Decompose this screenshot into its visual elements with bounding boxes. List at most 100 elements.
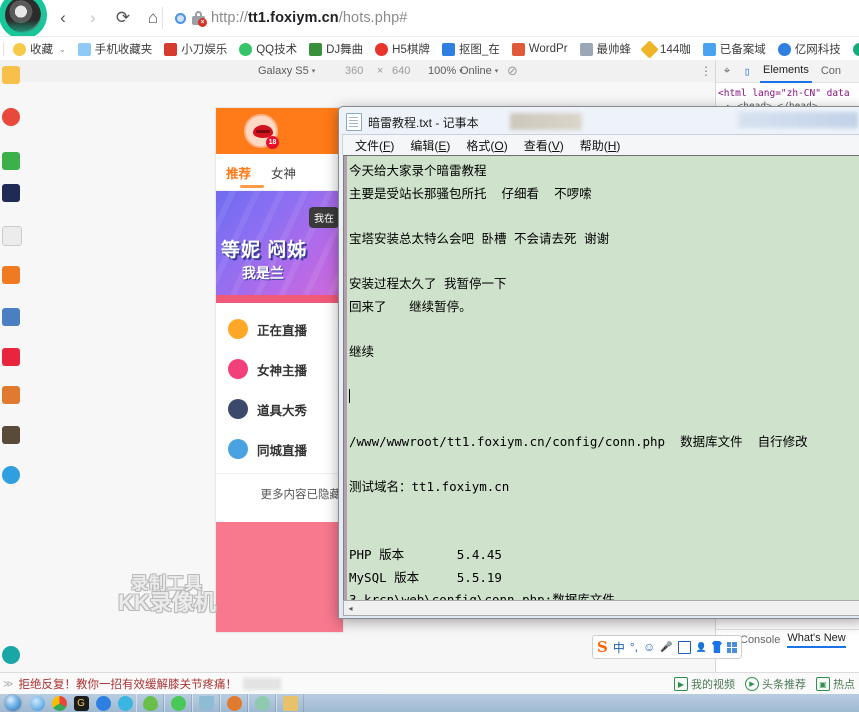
profile-avatar[interactable] xyxy=(2,0,44,36)
tab-elements[interactable]: Elements xyxy=(760,60,812,83)
soft-keyboard-icon[interactable] xyxy=(677,640,691,654)
chevron-down-icon[interactable]: ▾ xyxy=(312,67,316,75)
user-icon[interactable]: 👤 xyxy=(696,642,707,653)
desktop-icon[interactable] xyxy=(2,466,20,484)
devtools-tabbar[interactable]: ⌖ ▯ Elements Con xyxy=(716,60,859,83)
insecure-lock-icon[interactable]: × xyxy=(192,11,207,27)
bookmark-item[interactable]: SOMD5 xyxy=(847,37,859,61)
home-icon[interactable]: ⌂ xyxy=(138,3,168,33)
taskbar-icon-shield[interactable] xyxy=(195,694,217,712)
list-item[interactable]: 女神主播 xyxy=(216,349,343,389)
taskbar-group-2[interactable] xyxy=(164,694,192,712)
notepad-menubar[interactable]: 文件(F) 编辑(E) 格式(O) 查看(V) 帮助(H) xyxy=(342,134,859,155)
list-item[interactable]: 同城直播 xyxy=(216,429,343,469)
ime-punctuation-toggle[interactable]: °, xyxy=(630,640,638,654)
drawer-tab-console[interactable]: Console xyxy=(740,634,780,646)
scroll-left-icon[interactable]: ◂ xyxy=(344,602,357,614)
desktop-icon[interactable] xyxy=(2,152,20,170)
bookmark-item[interactable]: QQ技术 xyxy=(233,37,303,61)
bookmark-item[interactable]: H5棋牌 xyxy=(369,37,436,61)
drawer-tab-whats-new[interactable]: What's New xyxy=(787,632,846,648)
notepad-window[interactable]: 暗雷教程.txt - 记事本 文件(F) 编辑(E) 格式(O) 查看(V) 帮… xyxy=(338,106,859,619)
my-videos-button[interactable]: ▶ 我的视频 xyxy=(674,676,735,692)
menu-edit[interactable]: 编辑(E) xyxy=(402,136,458,155)
taskbar-group-5[interactable] xyxy=(248,694,276,712)
collapse-icon[interactable]: ≫ xyxy=(3,679,13,690)
notepad-text-area[interactable]: 今天给大家录个暗雷教程 主要是受站长那骚包所托 仔细看 不啰嗦 宝塔安装总太特么… xyxy=(343,155,859,602)
taskbar-icon-kuaibo[interactable] xyxy=(92,694,114,712)
nav-list[interactable]: 正在直播 女神主播 道具大秀 同城直播 更多内容已隐藏 xyxy=(216,303,343,514)
desktop-icon[interactable] xyxy=(2,266,20,284)
sogou-logo-icon[interactable]: S xyxy=(597,638,608,656)
notepad-horizontal-scrollbar[interactable]: ◂ xyxy=(343,600,859,616)
taskbar-icon-wandoujia[interactable] xyxy=(139,694,161,712)
page-info-dot-icon[interactable] xyxy=(175,12,186,24)
bookmark-item[interactable]: 已备案域 xyxy=(697,37,772,61)
start-button[interactable] xyxy=(0,694,26,712)
bookmark-item[interactable]: 抠图_在 xyxy=(436,37,506,61)
windows-taskbar[interactable]: G xyxy=(0,694,859,712)
taskbar-icon-gif-tool[interactable]: G xyxy=(70,694,92,712)
list-item[interactable]: 道具大秀 xyxy=(216,389,343,429)
promo-banner[interactable]: 我在 等妮 闷姊 我是兰 xyxy=(216,191,343,295)
desktop-icon[interactable] xyxy=(2,226,22,246)
address-bar[interactable]: × http://tt1.foxiym.cn/hots.php# xyxy=(175,5,849,31)
taskbar-group-1[interactable] xyxy=(136,694,164,712)
reload-icon[interactable]: ⟳ xyxy=(108,3,138,33)
taskbar-icon-chrome[interactable] xyxy=(48,694,70,712)
emoji-icon[interactable]: ☺ xyxy=(643,640,655,654)
ime-apps-icon[interactable] xyxy=(726,641,737,653)
bookmark-item[interactable]: WordPr xyxy=(506,37,574,61)
ticker-actions[interactable]: ▶ 我的视频 ▶ 头条推荐 ▣ 热点 xyxy=(674,676,855,692)
no-throttling-icon[interactable]: ⊘ xyxy=(507,63,518,79)
bookmark-item[interactable]: 收藏 ⌄ xyxy=(7,37,72,61)
notepad-text[interactable]: 今天给大家录个暗雷教程 主要是受站长那骚包所托 仔细看 不啰嗦 宝塔安装总太特么… xyxy=(344,156,859,601)
bookmark-item[interactable]: 最帅蜂 xyxy=(574,37,638,61)
taskbar-icon-wechat[interactable] xyxy=(167,694,189,712)
skin-theme-icon[interactable] xyxy=(711,641,722,653)
taskbar-icon-ninja[interactable] xyxy=(223,694,245,712)
taskbar-group-3[interactable] xyxy=(192,694,220,712)
mobile-emulated-page[interactable]: 18 推荐 女神 我在 等妮 闷姊 我是兰 正在直播 女神主播 道具大秀 同城直… xyxy=(216,108,343,632)
headlines-button[interactable]: ▶ 头条推荐 xyxy=(745,676,806,692)
menu-help[interactable]: 帮助(H) xyxy=(572,136,629,155)
bookmark-item[interactable]: 亿网科技 xyxy=(772,37,847,61)
sogou-ime-bar[interactable]: S 中 °, ☺ 🎤 👤 xyxy=(592,635,742,659)
bookmark-item[interactable]: DJ舞曲 xyxy=(303,37,369,61)
ticker-text[interactable]: 拒绝反复！教你一招有效缓解膝关节疼痛！ xyxy=(18,676,237,692)
menu-view[interactable]: 查看(V) xyxy=(516,136,572,155)
desktop-icon[interactable] xyxy=(2,386,20,404)
notepad-titlebar[interactable]: 暗雷教程.txt - 记事本 xyxy=(342,110,859,134)
desktop-icon-strip[interactable] xyxy=(0,60,22,672)
back-icon[interactable]: ‹ xyxy=(48,3,78,33)
toggle-device-toolbar-icon[interactable]: ▯ xyxy=(740,64,754,78)
bookmark-item[interactable]: 144咖 xyxy=(637,37,697,61)
network-throttle-select[interactable]: Online ▾ xyxy=(460,65,498,77)
bookmark-item[interactable]: 小刀娱乐 xyxy=(158,37,233,61)
viewport-width-input[interactable]: 360 xyxy=(345,65,363,77)
taskbar-icon-folder[interactable] xyxy=(279,694,301,712)
site-logo[interactable]: 18 xyxy=(244,114,279,149)
menu-format[interactable]: 格式(O) xyxy=(458,136,515,155)
desktop-icon[interactable] xyxy=(2,308,20,326)
inspect-element-icon[interactable]: ⌖ xyxy=(720,64,734,78)
taskbar-icon-ie[interactable] xyxy=(26,694,48,712)
taskbar-icon-statue[interactable] xyxy=(251,694,273,712)
bookmark-item[interactable]: 手机收藏夹 xyxy=(72,37,159,61)
dom-line[interactable]: <html lang="zh-CN" data xyxy=(718,87,858,100)
zoom-select[interactable]: 100% ▾ xyxy=(428,65,463,77)
chevron-down-icon[interactable]: ▾ xyxy=(495,67,499,75)
tab-recommend[interactable]: 推荐 xyxy=(216,163,261,182)
hot-topics-button[interactable]: ▣ 热点 xyxy=(816,676,855,692)
tab-goddess[interactable]: 女神 xyxy=(261,163,306,182)
microphone-icon[interactable]: 🎤 xyxy=(660,642,672,653)
viewport-height-input[interactable]: 640 xyxy=(392,65,410,77)
desktop-icon[interactable] xyxy=(2,66,20,84)
chevron-down-icon[interactable]: ⌄ xyxy=(59,45,66,54)
ime-mode-toggle[interactable]: 中 xyxy=(613,639,625,656)
device-toolbar-more-icon[interactable]: ⋮ xyxy=(700,64,712,78)
list-item[interactable]: 正在直播 xyxy=(216,309,343,349)
desktop-icon[interactable] xyxy=(2,184,20,202)
category-tabs[interactable]: 推荐 女神 xyxy=(216,154,343,191)
news-ticker-bar[interactable]: ≫ 拒绝反复！教你一招有效缓解膝关节疼痛！ ▶ 我的视频 ▶ 头条推荐 ▣ 热点 xyxy=(0,672,859,695)
